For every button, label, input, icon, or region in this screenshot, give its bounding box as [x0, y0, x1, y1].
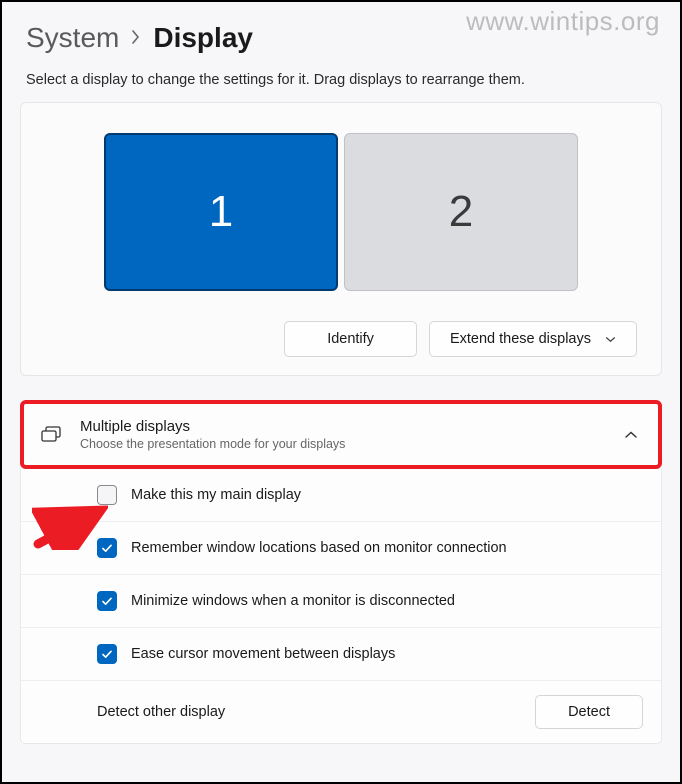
breadcrumb-parent[interactable]: System	[26, 22, 119, 54]
display-mode-label: Extend these displays	[450, 331, 591, 347]
main-display-label: Make this my main display	[131, 487, 301, 503]
chevron-up-icon	[624, 430, 638, 439]
check-icon	[101, 597, 113, 606]
monitor-1[interactable]: 1	[104, 133, 338, 291]
monitor-2[interactable]: 2	[344, 133, 578, 291]
option-main-display: Make this my main display	[21, 469, 661, 521]
check-icon	[101, 650, 113, 659]
identify-button[interactable]: Identify	[284, 321, 417, 357]
option-detect-display: Detect other display Detect	[21, 680, 661, 743]
multiple-displays-expander[interactable]: Multiple displays Choose the presentatio…	[20, 400, 662, 469]
chevron-right-icon	[131, 25, 141, 51]
minimize-windows-checkbox[interactable]	[97, 591, 117, 611]
expander-title: Multiple displays	[80, 418, 624, 435]
remember-locations-label: Remember window locations based on monit…	[131, 540, 507, 556]
annotation-arrow-icon	[32, 500, 108, 550]
watermark-text: www.wintips.org	[466, 6, 660, 37]
option-remember-locations: Remember window locations based on monit…	[21, 521, 661, 574]
option-minimize-windows: Minimize windows when a monitor is disco…	[21, 574, 661, 627]
ease-cursor-label: Ease cursor movement between displays	[131, 646, 395, 662]
option-ease-cursor: Ease cursor movement between displays	[21, 627, 661, 680]
expander-description: Choose the presentation mode for your di…	[80, 437, 624, 451]
minimize-windows-label: Minimize windows when a monitor is disco…	[131, 593, 455, 609]
detect-button[interactable]: Detect	[535, 695, 643, 729]
page-title: Display	[153, 22, 253, 54]
ease-cursor-checkbox[interactable]	[97, 644, 117, 664]
display-arrangement-panel: 1 2 Identify Extend these displays	[20, 102, 662, 376]
chevron-down-icon	[605, 336, 616, 343]
multiple-displays-options: Make this my main display Remember windo…	[20, 469, 662, 744]
page-subtitle: Select a display to change the settings …	[20, 72, 662, 88]
detect-display-label: Detect other display	[97, 704, 225, 720]
display-mode-dropdown[interactable]: Extend these displays	[429, 321, 637, 357]
displays-icon	[41, 426, 63, 444]
